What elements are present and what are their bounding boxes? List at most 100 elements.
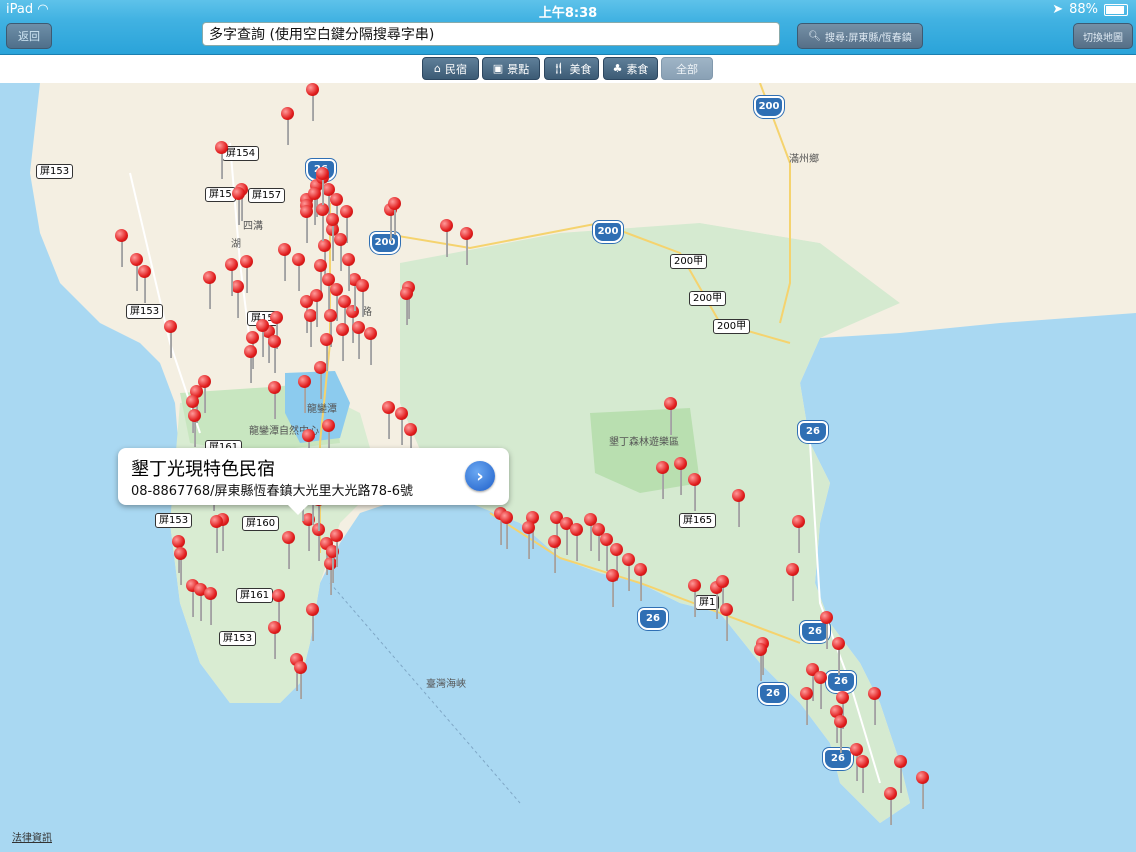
map-pin[interactable] [225, 258, 239, 296]
road-label: 屏161 [236, 588, 274, 603]
map-pin[interactable] [294, 661, 308, 699]
legal-link[interactable]: 法律資訊 [12, 829, 52, 844]
map-pin[interactable] [240, 255, 254, 293]
map-pin[interactable] [834, 715, 848, 753]
map-pin[interactable] [306, 603, 320, 641]
map-pin[interactable] [268, 335, 282, 373]
map-pin[interactable] [232, 187, 246, 225]
map-pin[interactable] [634, 563, 648, 601]
map-pin[interactable] [732, 489, 746, 527]
map-pin[interactable] [440, 219, 454, 257]
place-label: 墾丁森林遊樂區 [609, 437, 679, 448]
map-pin[interactable] [664, 397, 678, 435]
map-pin[interactable] [268, 381, 282, 419]
road-label: 200甲 [670, 254, 708, 269]
map-pin[interactable] [548, 535, 562, 573]
road-label: 屏165 [679, 513, 717, 528]
location-arrow-icon: ➤ [1052, 2, 1064, 17]
map-pin[interactable] [656, 461, 670, 499]
map-pin[interactable] [868, 687, 882, 725]
place-label: 臺灣海峽 [426, 679, 466, 690]
switch-map-button[interactable]: 切換地圖 [1073, 23, 1133, 49]
map-pin[interactable] [336, 323, 350, 361]
map-pin[interactable] [800, 687, 814, 725]
map-pin[interactable] [832, 637, 846, 675]
map-pin[interactable] [688, 579, 702, 617]
utensils-icon: 🍴︎ [551, 62, 566, 75]
road-label: 200甲 [689, 291, 727, 306]
map-pin[interactable] [281, 107, 295, 145]
map-pin[interactable] [916, 771, 930, 809]
map-pin[interactable] [388, 197, 402, 235]
map-pin[interactable] [674, 457, 688, 495]
map-pin[interactable] [786, 563, 800, 601]
map-pin[interactable] [204, 587, 218, 625]
category-homestay-button[interactable]: ⌂ 民宿 [422, 57, 479, 80]
map-pin[interactable] [342, 253, 356, 291]
category-all-button[interactable]: 全部 [661, 57, 713, 80]
map-pin[interactable] [720, 603, 734, 641]
map-pin[interactable] [203, 271, 217, 309]
map-pin[interactable] [282, 531, 296, 569]
road-label: 屏153 [36, 164, 74, 179]
map-pin[interactable] [814, 671, 828, 709]
map-pin[interactable] [298, 375, 312, 413]
map-pin[interactable] [316, 167, 330, 205]
vegetable-icon: ♣ [612, 62, 623, 75]
map-pin[interactable] [138, 265, 152, 303]
map-pin[interactable] [606, 569, 620, 607]
road-label: 屏160 [242, 516, 280, 531]
road-label: 200甲 [713, 319, 751, 334]
map-pin[interactable] [884, 787, 898, 825]
map-pin[interactable] [306, 83, 320, 121]
search-button-label: 搜尋:屏東縣/恆春鎮 [824, 32, 912, 44]
map-pin[interactable] [278, 243, 292, 281]
route-shield: 200 [754, 96, 784, 118]
category-attraction-button[interactable]: ▣ 景點 [482, 57, 540, 80]
battery-icon [1104, 3, 1128, 16]
road-label: 屏157 [248, 188, 286, 203]
route-shield: 200 [593, 221, 623, 243]
map-pin[interactable] [400, 287, 414, 325]
category-vegetarian-button[interactable]: ♣ 素食 [603, 57, 658, 80]
search-input[interactable]: 多字查詢 (使用空白鍵分隔搜尋字串) [202, 22, 780, 46]
map-pin[interactable] [330, 529, 344, 567]
picture-icon: ▣ [492, 62, 504, 75]
disclosure-arrow-icon[interactable]: › [465, 461, 495, 491]
map-pin[interactable] [522, 521, 536, 559]
map-pin[interactable] [460, 227, 474, 265]
map-pin[interactable] [320, 333, 334, 371]
map-pin[interactable] [215, 141, 229, 179]
map-pin[interactable] [268, 621, 282, 659]
search-button[interactable]: 🔍︎ 搜尋:屏東縣/恆春鎮 [797, 23, 923, 49]
road-label: 屏153 [155, 513, 193, 528]
map-pin[interactable] [500, 511, 514, 549]
map-pin[interactable] [356, 279, 370, 317]
map-pin[interactable] [115, 229, 129, 267]
clock: 上午8:38 [538, 6, 598, 21]
map-pin[interactable] [856, 755, 870, 793]
back-button[interactable]: 返回 [6, 23, 52, 49]
search-icon: 🔍︎ [808, 30, 821, 42]
map-pin[interactable] [570, 523, 584, 561]
category-food-button[interactable]: 🍴︎ 美食 [544, 57, 599, 80]
place-label: 滿州鄉 [789, 154, 819, 165]
road-label: 屏153 [126, 304, 164, 319]
map-pin[interactable] [310, 289, 324, 327]
map-pin[interactable] [164, 320, 178, 358]
callout-title: 墾丁光現特色民宿 [131, 459, 275, 480]
map-pin[interactable] [300, 205, 314, 243]
status-bar: iPad ◠ 上午8:38 ➤ 88% [0, 0, 1136, 21]
map-pin[interactable] [210, 515, 224, 553]
place-label: 湖 [231, 239, 241, 250]
map-pin[interactable] [382, 401, 396, 439]
location-callout[interactable]: 墾丁光現特色民宿 08-8867768/屏東縣恆春鎮大光里大光路78-6號 › [118, 448, 509, 515]
map-pin[interactable] [754, 643, 768, 681]
map-pin[interactable] [292, 253, 306, 291]
map-pin[interactable] [188, 409, 202, 447]
road-label: 屏153 [219, 631, 257, 646]
map-pin[interactable] [792, 515, 806, 553]
route-shield: 26 [758, 683, 788, 705]
map-pin[interactable] [364, 327, 378, 365]
map-pin[interactable] [688, 473, 702, 511]
